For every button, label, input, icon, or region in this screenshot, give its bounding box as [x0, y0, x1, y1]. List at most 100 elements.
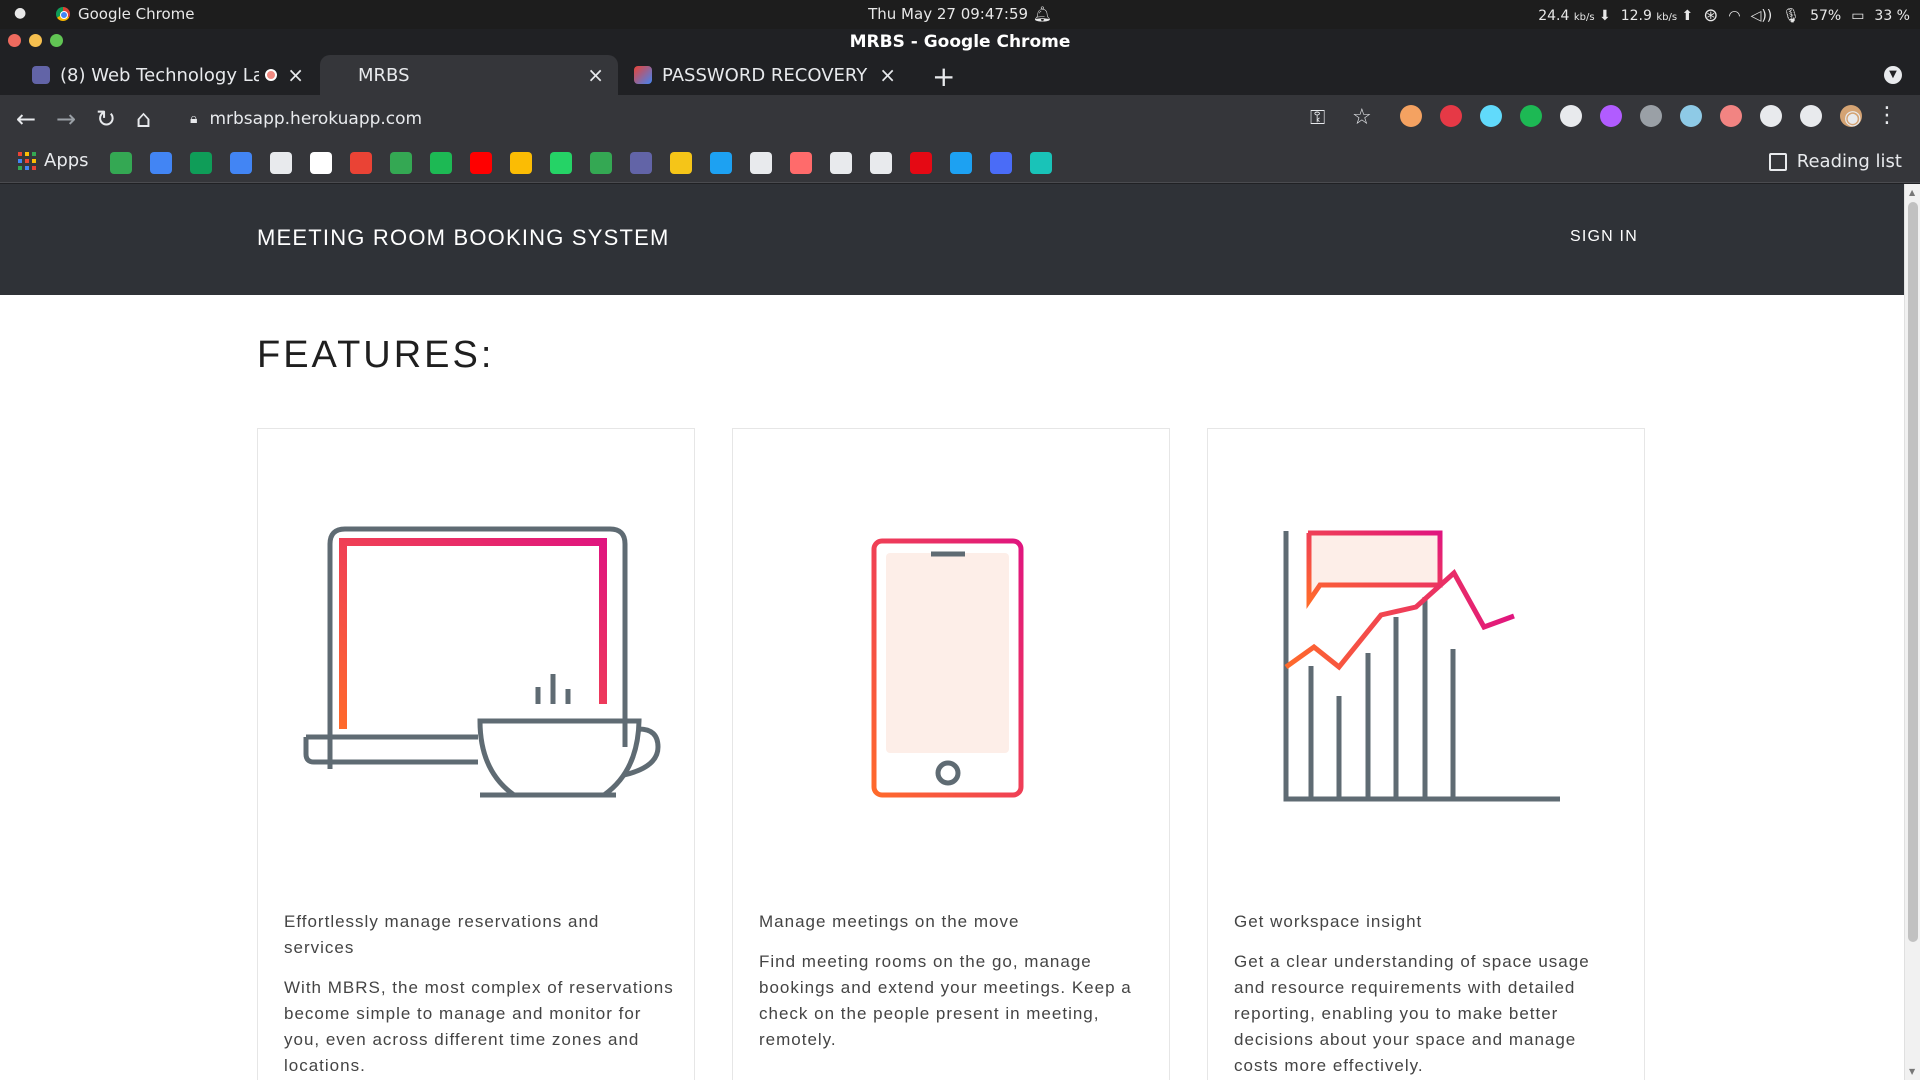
tab-label: PASSWORD RECOVERY - s — [662, 64, 869, 86]
close-window-button[interactable] — [8, 34, 21, 47]
minimize-window-button[interactable] — [29, 34, 42, 47]
mic-icon: 🎙︎ — [1782, 7, 1801, 24]
reading-list-label: Reading list — [1796, 151, 1902, 172]
bookmark-favicon-icon[interactable] — [390, 152, 412, 174]
os-top-bar: ● Google Chrome Thu May 27 09:47:59 🔔︎ 2… — [0, 0, 1920, 29]
laptop-coffee-illustration — [303, 526, 661, 798]
tab-strip: (8) Web Technology La × MRBS × PASSWORD … — [0, 55, 1920, 95]
bookmark-favicon-icon[interactable] — [150, 152, 172, 174]
bookmark-favicon-icon[interactable] — [430, 152, 452, 174]
extension-icon[interactable] — [1480, 105, 1502, 127]
volume-icon: ◁)) — [1750, 7, 1773, 24]
scroll-down-icon[interactable]: ▼ — [1909, 1067, 1915, 1076]
bookmark-favicon-icon[interactable] — [990, 152, 1012, 174]
bookmarks-bar: Apps Reading list — [0, 143, 1920, 183]
sign-in-link[interactable]: SIGN IN — [1570, 228, 1638, 246]
bookmark-favicon-icon[interactable] — [830, 152, 852, 174]
extension-icon[interactable] — [1640, 105, 1662, 127]
extension-icon[interactable] — [1680, 105, 1702, 127]
feature-card: Effortlessly manage reservations and ser… — [257, 428, 695, 1080]
extension-icon[interactable] — [1600, 105, 1622, 127]
key-icon[interactable]: ⚿ — [1310, 105, 1325, 129]
gmail-icon — [634, 66, 652, 84]
forward-icon[interactable]: → — [56, 105, 76, 133]
extension-icon[interactable] — [1760, 105, 1782, 127]
bookmark-favicon-icon[interactable] — [550, 152, 572, 174]
bookmark-favicon-icon[interactable] — [870, 152, 892, 174]
bookmark-favicon-icon[interactable] — [350, 152, 372, 174]
apps-label: Apps — [44, 150, 89, 171]
extension-icon[interactable] — [1720, 105, 1742, 127]
site-brand[interactable]: MEETING ROOM BOOKING SYSTEM — [257, 225, 670, 251]
status-area[interactable]: 24.4 kb/s ⬇ 12.9 kb/s ⬆ ⊛ ◠ ◁)) 🎙︎ 57% ▭… — [1538, 5, 1910, 26]
address-bar[interactable]: 🔒︎ mrbsapp.herokuapp.com — [180, 102, 1280, 136]
feature-card: Manage meetings on the move Find meeting… — [732, 428, 1170, 1080]
wifi-icon: ◠ — [1728, 7, 1741, 24]
scroll-up-icon[interactable]: ▲ — [1909, 188, 1915, 197]
features-heading: FEATURES: — [257, 334, 495, 376]
bookmark-favicon-icon[interactable] — [630, 152, 652, 174]
bookmark-favicon-icon[interactable] — [470, 152, 492, 174]
bookmark-favicon-icon[interactable] — [670, 152, 692, 174]
browser-toolbar: ← → ↻ ⌂ 🔒︎ mrbsapp.herokuapp.com ⚿ ☆ ◉ ⋮ — [0, 95, 1920, 143]
datetime: Thu May 27 09:47:59 — [868, 5, 1029, 23]
bookmark-favicon-icon[interactable] — [790, 152, 812, 174]
reload-icon[interactable]: ↻ — [96, 105, 116, 133]
maximize-window-button[interactable] — [50, 34, 63, 47]
feature-card: Get workspace insight Get a clear unders… — [1207, 428, 1645, 1080]
extension-icon[interactable] — [1520, 105, 1542, 127]
back-icon[interactable]: ← — [16, 105, 36, 133]
window-title: MRBS - Google Chrome — [0, 29, 1920, 55]
tab-password-recovery[interactable]: PASSWORD RECOVERY - s × — [620, 55, 910, 95]
bookmark-icons — [110, 152, 1052, 174]
phone-illustration — [871, 538, 1024, 798]
battery-level: 33 % — [1874, 7, 1910, 24]
new-tab-icon[interactable]: + — [932, 60, 955, 93]
bookmark-favicon-icon[interactable] — [190, 152, 212, 174]
extension-icon[interactable] — [1400, 105, 1422, 127]
tab-label: MRBS — [358, 64, 410, 86]
bookmark-favicon-icon[interactable] — [590, 152, 612, 174]
bookmark-favicon-icon[interactable] — [950, 152, 972, 174]
tab-search-icon[interactable]: ▼ — [1884, 66, 1902, 84]
bookmark-favicon-icon[interactable] — [710, 152, 732, 174]
extension-icon[interactable] — [1560, 105, 1582, 127]
feature-heading: Manage meetings on the move — [759, 912, 1020, 931]
bookmark-favicon-icon[interactable] — [270, 152, 292, 174]
menu-icon[interactable]: ⋮ — [1876, 103, 1898, 128]
home-icon[interactable]: ⌂ — [136, 105, 151, 133]
page-scrollbar[interactable]: ▲ ▼ — [1904, 184, 1920, 1080]
volume-level: 57% — [1810, 7, 1842, 24]
extension-icon[interactable] — [1440, 105, 1462, 127]
net-up: 12.9 kb/s ⬆ — [1620, 7, 1694, 24]
battery-icon: ▭ — [1851, 7, 1865, 24]
close-tab-icon[interactable]: × — [287, 63, 304, 87]
tab-web-technology[interactable]: (8) Web Technology La × — [18, 55, 318, 95]
bookmark-favicon-icon[interactable] — [230, 152, 252, 174]
close-tab-icon[interactable]: × — [879, 63, 896, 87]
reading-list-button[interactable]: Reading list — [1768, 151, 1902, 172]
extension-icon[interactable] — [1800, 105, 1822, 127]
bell-icon: 🔔︎ — [1032, 5, 1052, 23]
window-controls — [8, 34, 63, 47]
bookmark-favicon-icon[interactable] — [510, 152, 532, 174]
lock-icon: 🔒︎ — [190, 111, 198, 127]
apps-shortcut[interactable]: Apps — [18, 150, 89, 171]
bookmark-favicon-icon[interactable] — [1030, 152, 1052, 174]
avatar[interactable]: ◉ — [1844, 105, 1861, 129]
accessibility-icon[interactable]: ⊛ — [1703, 5, 1718, 26]
bookmark-favicon-icon[interactable] — [110, 152, 132, 174]
bookmark-star-icon[interactable]: ☆ — [1352, 105, 1372, 130]
chart-insight-illustration — [1283, 530, 1560, 802]
tab-label: (8) Web Technology La — [60, 64, 260, 86]
bookmark-favicon-icon[interactable] — [310, 152, 332, 174]
url-text: mrbsapp.herokuapp.com — [209, 109, 423, 129]
scrollbar-thumb[interactable] — [1908, 202, 1918, 942]
site-header: MEETING ROOM BOOKING SYSTEM SIGN IN — [0, 184, 1904, 295]
bookmark-favicon-icon[interactable] — [910, 152, 932, 174]
bookmark-favicon-icon[interactable] — [750, 152, 772, 174]
reading-list-icon — [1768, 152, 1787, 171]
feature-heading: Effortlessly manage reservations and ser… — [284, 912, 600, 957]
tab-mrbs[interactable]: MRBS × — [320, 55, 618, 95]
close-tab-icon[interactable]: × — [587, 63, 604, 87]
